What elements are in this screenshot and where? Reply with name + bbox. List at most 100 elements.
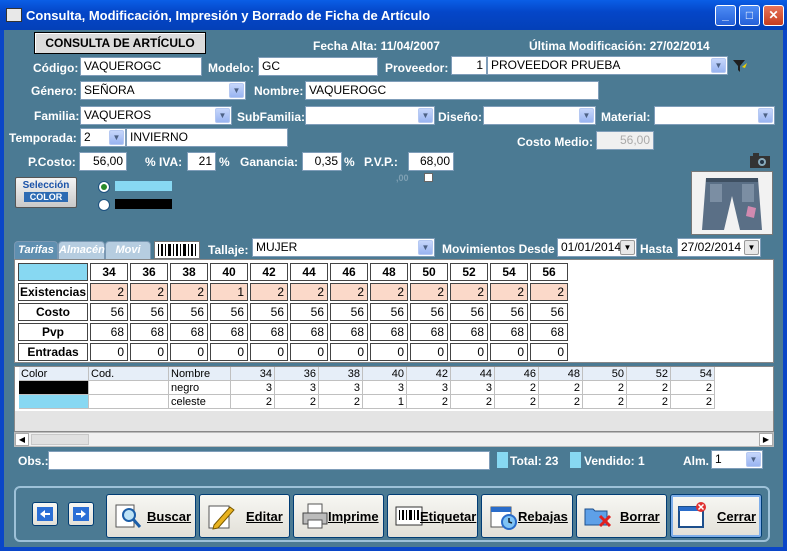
grid-cell[interactable]: 68 bbox=[490, 323, 528, 341]
quantity-cell[interactable]: 3 bbox=[319, 381, 363, 395]
modelo-field[interactable]: GC bbox=[258, 57, 378, 76]
grid-cell[interactable]: 2 bbox=[530, 283, 568, 301]
quantity-cell[interactable]: 2 bbox=[495, 395, 539, 409]
familia-select[interactable]: VAQUEROS ▼ bbox=[80, 106, 232, 125]
grid-cell[interactable]: 68 bbox=[410, 323, 448, 341]
grid-cell[interactable]: 0 bbox=[330, 343, 368, 361]
quantity-cell[interactable]: 2 bbox=[583, 381, 627, 395]
grid-cell[interactable]: 56 bbox=[490, 303, 528, 321]
minimize-button[interactable]: _ bbox=[715, 5, 736, 26]
editar-button[interactable]: Editar bbox=[199, 494, 290, 538]
grid-cell[interactable]: 68 bbox=[370, 323, 408, 341]
grid-cell[interactable]: 68 bbox=[250, 323, 288, 341]
quantity-cell[interactable]: 2 bbox=[671, 381, 715, 395]
cerrar-button[interactable]: Cerrar bbox=[670, 494, 762, 538]
chevron-down-icon[interactable]: ▼ bbox=[711, 58, 726, 73]
quantity-cell[interactable]: 2 bbox=[319, 395, 363, 409]
borrar-button[interactable]: Borrar bbox=[576, 494, 667, 538]
grid-cell[interactable]: 56 bbox=[410, 303, 448, 321]
temporada-select[interactable]: 2 ▼ bbox=[80, 128, 126, 147]
grid-cell[interactable]: 0 bbox=[370, 343, 408, 361]
material-select[interactable]: ▼ bbox=[654, 106, 775, 125]
chevron-down-icon[interactable]: ▼ bbox=[215, 108, 230, 123]
tallaje-select[interactable]: MUJER ▼ bbox=[252, 238, 435, 257]
quantity-cell[interactable]: 3 bbox=[363, 381, 407, 395]
grid-cell[interactable]: 56 bbox=[210, 303, 248, 321]
subfamilia-select[interactable]: ▼ bbox=[305, 106, 435, 125]
cod-cell[interactable] bbox=[89, 395, 169, 409]
chevron-down-icon[interactable]: ▼ bbox=[758, 108, 773, 123]
grid-cell[interactable]: 0 bbox=[530, 343, 568, 361]
radio-negro[interactable] bbox=[98, 199, 110, 211]
quantity-cell[interactable]: 2 bbox=[627, 395, 671, 409]
chevron-down-icon[interactable]: ▼ bbox=[744, 240, 759, 255]
color-swatch-cell[interactable] bbox=[19, 395, 89, 409]
chevron-down-icon[interactable]: ▼ bbox=[418, 108, 433, 123]
quantity-cell[interactable]: 2 bbox=[583, 395, 627, 409]
quantity-cell[interactable]: 2 bbox=[671, 395, 715, 409]
camera-icon[interactable] bbox=[749, 151, 771, 169]
next-record-button[interactable] bbox=[68, 502, 94, 526]
chevron-down-icon[interactable]: ▼ bbox=[229, 83, 244, 98]
chevron-down-icon[interactable]: ▼ bbox=[746, 452, 761, 467]
quantity-cell[interactable]: 2 bbox=[407, 395, 451, 409]
grid-cell[interactable]: 0 bbox=[490, 343, 528, 361]
column-header[interactable]: 48 bbox=[539, 367, 583, 381]
nombre-field[interactable]: VAQUEROGC bbox=[305, 81, 599, 100]
color-name-cell[interactable]: negro bbox=[169, 381, 231, 395]
quantity-cell[interactable]: 2 bbox=[539, 381, 583, 395]
quantity-cell[interactable]: 2 bbox=[495, 381, 539, 395]
column-header[interactable]: 50 bbox=[583, 367, 627, 381]
chevron-down-icon[interactable]: ▼ bbox=[109, 130, 124, 145]
pvp-field[interactable]: 68,00 bbox=[408, 152, 454, 171]
filter-icon[interactable] bbox=[732, 58, 748, 74]
grid-cell[interactable]: 68 bbox=[130, 323, 168, 341]
color-swatch-cell[interactable] bbox=[19, 381, 89, 395]
diseno-select[interactable]: ▼ bbox=[483, 106, 596, 125]
grid-cell[interactable]: 56 bbox=[530, 303, 568, 321]
seleccion-color-button[interactable]: Selección COLOR bbox=[15, 177, 77, 208]
grid-cell[interactable]: 56 bbox=[450, 303, 488, 321]
grid-cell[interactable]: 0 bbox=[290, 343, 328, 361]
alm-select[interactable]: 1 ▼ bbox=[711, 450, 763, 469]
column-header[interactable]: Nombre bbox=[169, 367, 231, 381]
buscar-button[interactable]: Buscar bbox=[106, 494, 196, 538]
proveedor-select[interactable]: PROVEEDOR PRUEBA ▼ bbox=[487, 56, 728, 75]
grid-cell[interactable]: 0 bbox=[450, 343, 488, 361]
cod-cell[interactable] bbox=[89, 381, 169, 395]
grid-cell[interactable]: 2 bbox=[450, 283, 488, 301]
tab-movi[interactable]: Movi bbox=[105, 241, 151, 259]
grid-cell[interactable]: 2 bbox=[90, 283, 128, 301]
grid-cell[interactable]: 2 bbox=[490, 283, 528, 301]
grid-cell[interactable]: 2 bbox=[410, 283, 448, 301]
quantity-cell[interactable]: 1 bbox=[363, 395, 407, 409]
quantity-cell[interactable]: 3 bbox=[275, 381, 319, 395]
color-name-cell[interactable]: celeste bbox=[169, 395, 231, 409]
column-header[interactable]: 38 bbox=[319, 367, 363, 381]
tab-tarifas[interactable]: Tarifas bbox=[14, 241, 58, 259]
grid-cell[interactable]: 2 bbox=[130, 283, 168, 301]
chevron-down-icon[interactable]: ▼ bbox=[418, 240, 433, 255]
grid-cell[interactable]: 2 bbox=[250, 283, 288, 301]
column-header[interactable]: 40 bbox=[363, 367, 407, 381]
quantity-cell[interactable]: 3 bbox=[451, 381, 495, 395]
scroll-right-icon[interactable]: ▶ bbox=[759, 433, 773, 446]
radio-celeste[interactable] bbox=[98, 181, 110, 193]
maximize-button[interactable]: □ bbox=[739, 5, 760, 26]
grid-cell[interactable]: 68 bbox=[330, 323, 368, 341]
previous-record-button[interactable] bbox=[32, 502, 58, 526]
quantity-cell[interactable]: 2 bbox=[451, 395, 495, 409]
quantity-cell[interactable]: 2 bbox=[231, 395, 275, 409]
grid-cell[interactable]: 56 bbox=[170, 303, 208, 321]
barcode-icon[interactable] bbox=[154, 241, 200, 259]
genero-select[interactable]: SEÑORA ▼ bbox=[80, 81, 246, 100]
obs-field[interactable] bbox=[48, 451, 490, 470]
column-header[interactable]: 54 bbox=[671, 367, 715, 381]
quantity-cell[interactable]: 2 bbox=[275, 395, 319, 409]
grid-cell[interactable]: 56 bbox=[250, 303, 288, 321]
grid-cell[interactable]: 68 bbox=[210, 323, 248, 341]
rebajas-button[interactable]: Rebajas bbox=[481, 494, 573, 538]
scroll-thumb[interactable] bbox=[31, 434, 89, 445]
scroll-left-icon[interactable]: ◀ bbox=[15, 433, 29, 446]
grid-cell[interactable]: 0 bbox=[90, 343, 128, 361]
